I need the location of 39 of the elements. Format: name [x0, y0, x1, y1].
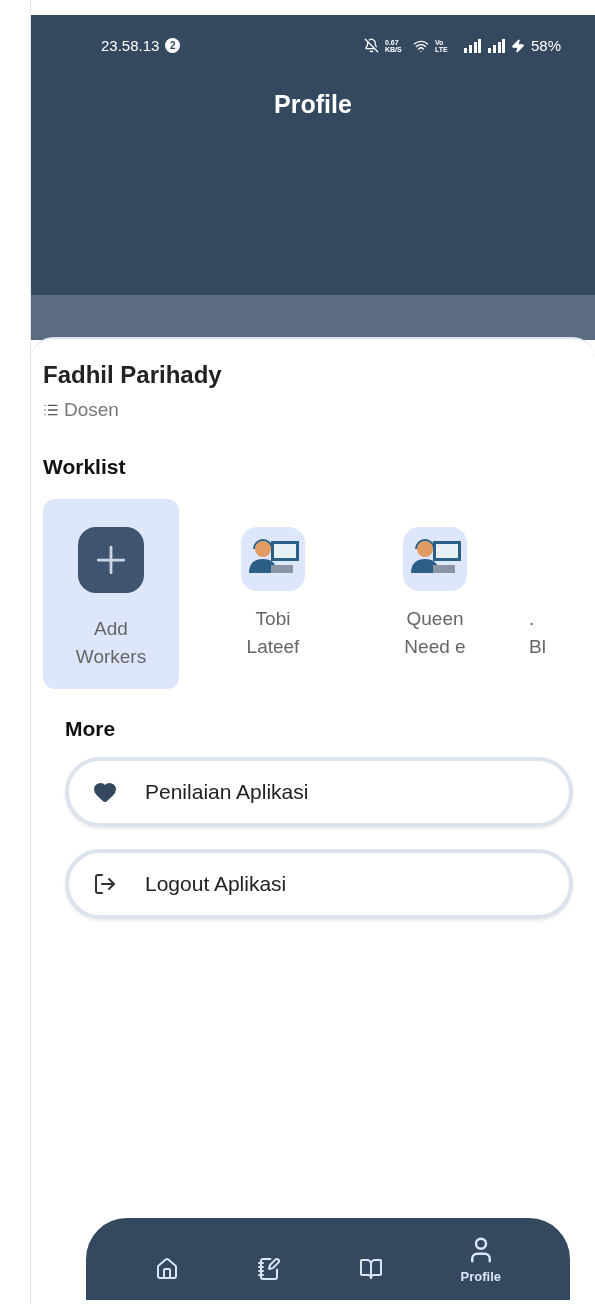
notepad-icon — [256, 1257, 281, 1281]
plus-icon — [78, 527, 144, 593]
person-at-computer-icon — [241, 527, 305, 591]
worker-name-line: Add — [93, 617, 129, 641]
worker-name-line: Tobi — [254, 607, 292, 631]
nav-tab[interactable] — [256, 1257, 281, 1281]
list-icon — [43, 402, 59, 418]
worklist-item[interactable]: Tobi Lateef — [205, 499, 341, 689]
user-name: Fadhil Parihady — [43, 361, 223, 389]
home-icon — [154, 1257, 179, 1281]
battery-level: 58% — [530, 37, 561, 54]
menu-button[interactable]: Logout Aplikasi — [65, 849, 573, 919]
bell-off-icon — [363, 38, 379, 53]
nav-tab[interactable] — [154, 1257, 179, 1281]
charging-icon — [510, 38, 525, 53]
signal-icon — [486, 38, 505, 53]
status-time: 23.58.13 — [101, 37, 160, 54]
section-title: Worklist — [43, 455, 127, 479]
worker-name-line: Need e — [404, 635, 466, 659]
menu-button[interactable]: Penilaian Aplikasi — [65, 757, 573, 827]
worker-name-line: Queen — [405, 607, 465, 631]
notification-badge: 2 — [165, 38, 181, 53]
section-title: More — [65, 717, 117, 741]
user-role: Dosen — [64, 399, 119, 421]
person-at-computer-icon — [403, 527, 467, 591]
nav-tab[interactable] — [358, 1257, 383, 1281]
worker-name-line: Workers — [75, 645, 147, 669]
worker-name-line: Lateef — [246, 635, 300, 659]
worklist-item[interactable]: Add Workers — [43, 499, 179, 689]
heart-icon — [93, 780, 117, 804]
page-title: Profile — [273, 90, 353, 119]
logout-icon — [93, 872, 117, 896]
nav-tab[interactable]: Profile — [460, 1234, 502, 1284]
worklist-item[interactable]: . Bl — [529, 499, 555, 689]
worker-name-line: Bl — [529, 635, 546, 659]
worker-name-line: . — [529, 607, 536, 631]
worklist-item[interactable]: Queen Need e — [367, 499, 503, 689]
book-icon — [358, 1257, 383, 1281]
signal-icon — [462, 38, 481, 53]
